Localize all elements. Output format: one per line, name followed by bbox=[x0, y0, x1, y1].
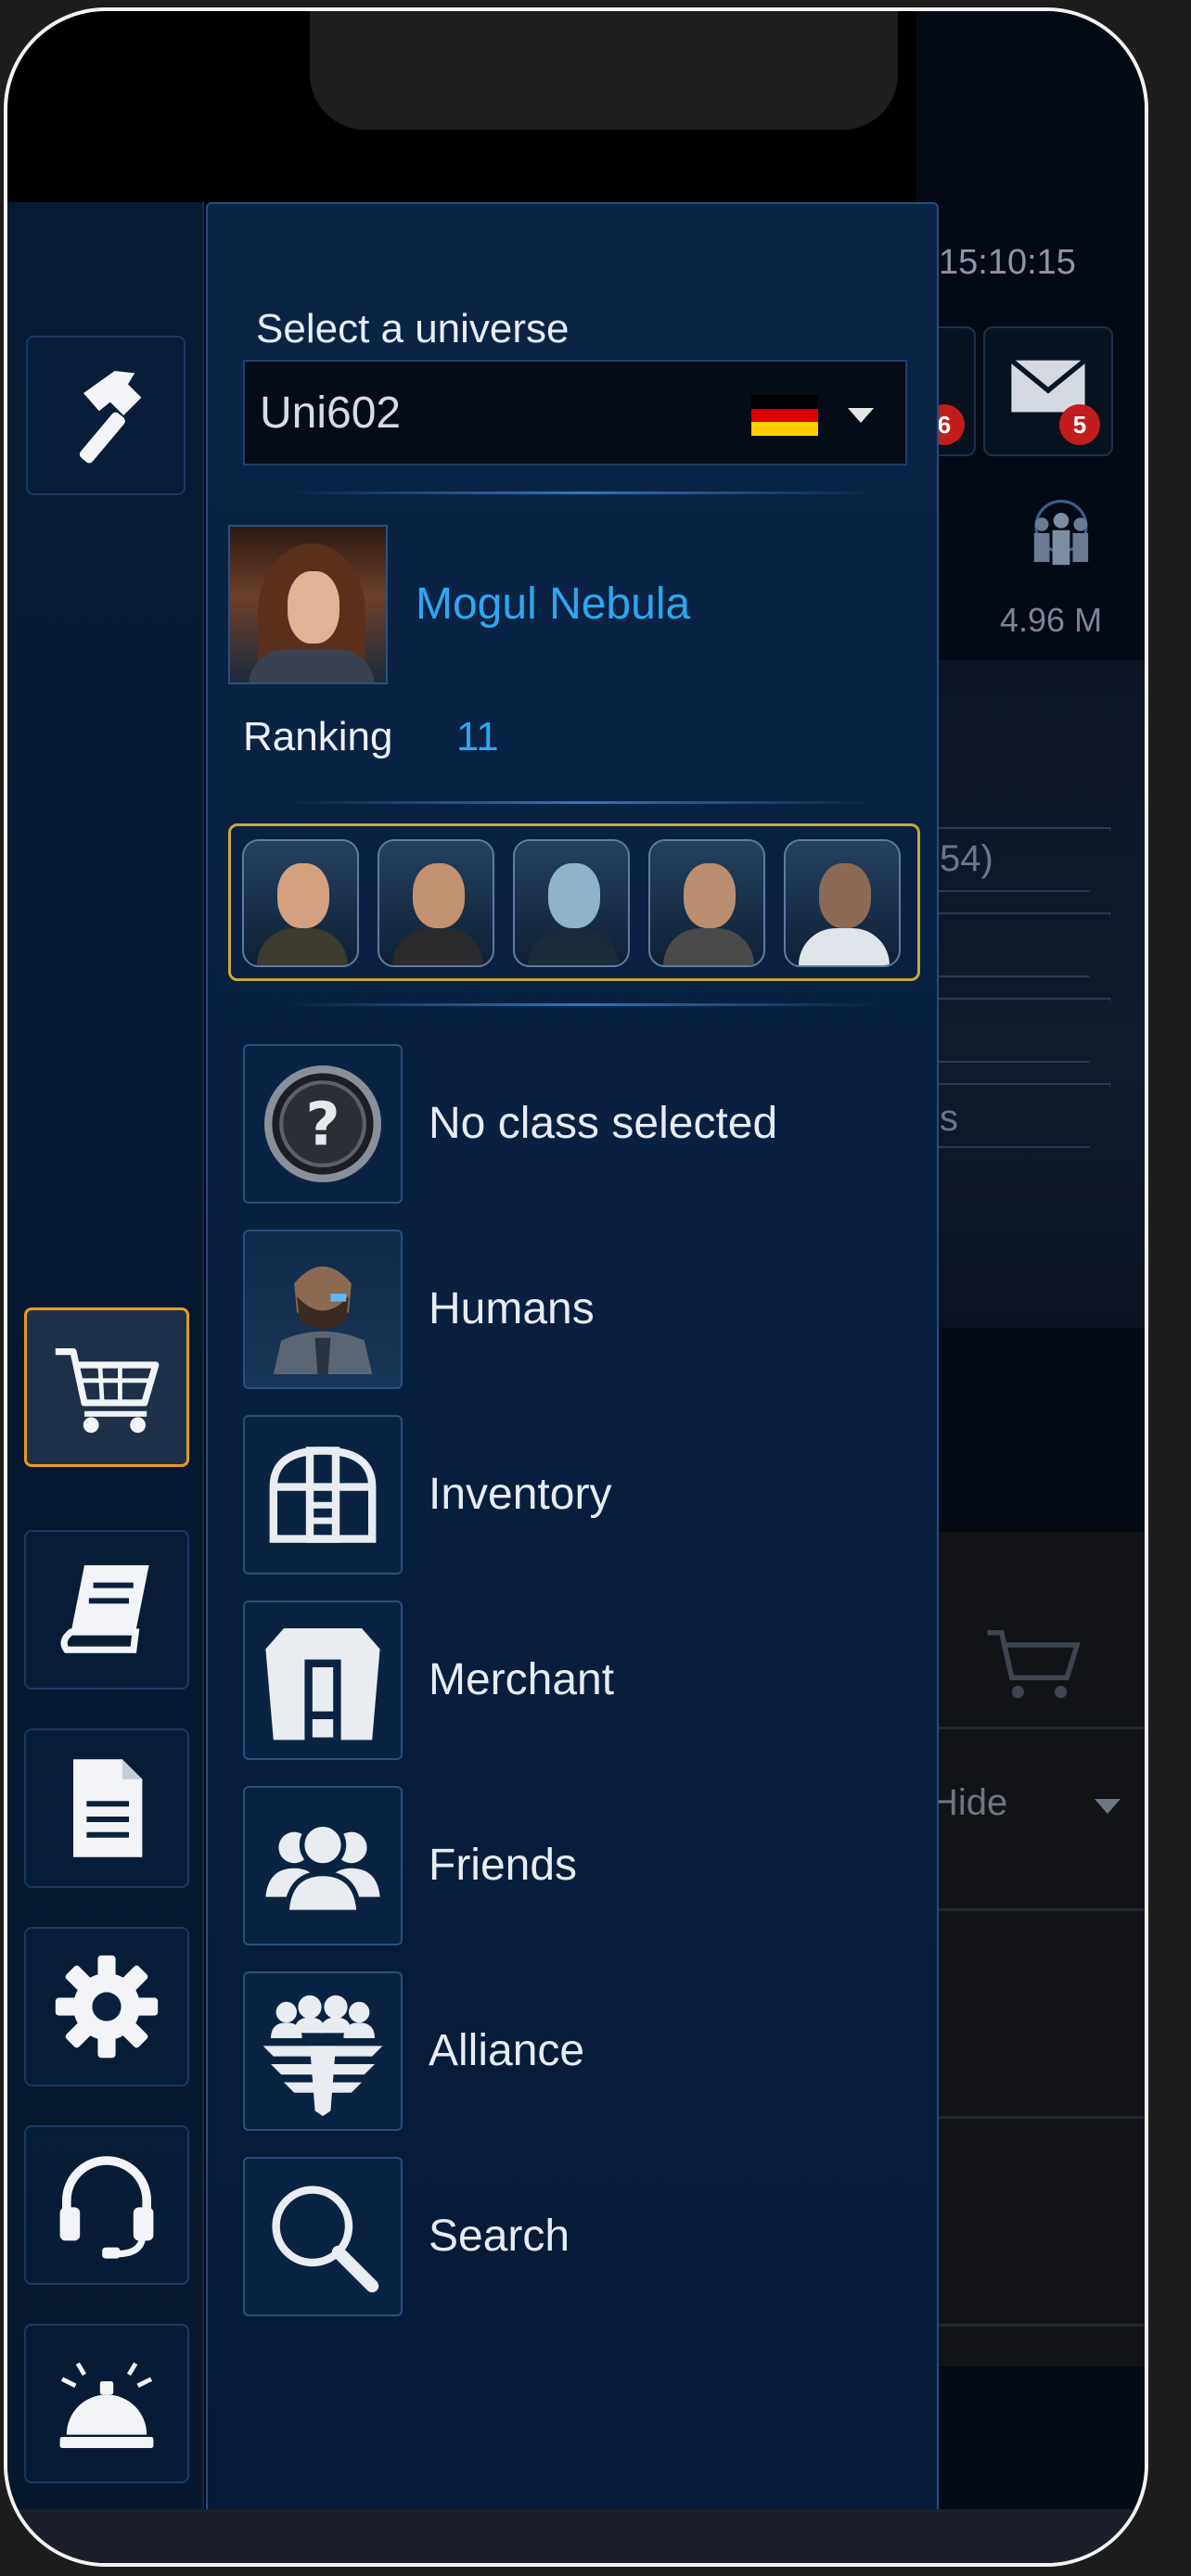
background-panel bbox=[916, 660, 1145, 1328]
universe-label: Select a universe bbox=[256, 306, 570, 351]
divider bbox=[916, 1908, 1145, 1911]
menu-item-label: Humans bbox=[429, 1284, 595, 1333]
menu-item-label: No class selected bbox=[429, 1099, 778, 1148]
officer-body bbox=[528, 928, 619, 965]
bottom-bar bbox=[7, 2509, 1145, 2563]
divider bbox=[916, 2116, 1145, 2119]
menu-item-search[interactable]: Search bbox=[243, 2157, 911, 2316]
officer-face bbox=[684, 863, 736, 928]
officer-body bbox=[799, 928, 890, 965]
bg-slot-text: s bbox=[940, 1098, 958, 1139]
treasure-chest-icon bbox=[243, 1415, 403, 1575]
divider bbox=[916, 1727, 1145, 1729]
hide-dropdown-label[interactable]: Hide bbox=[931, 1782, 1007, 1824]
menu-item-label: Inventory bbox=[429, 1470, 612, 1519]
cart-icon-background bbox=[987, 1630, 1081, 1699]
menu-item-alliance[interactable]: Alliance bbox=[243, 1971, 911, 2131]
officer-face bbox=[413, 863, 465, 928]
cart-icon bbox=[55, 1348, 160, 1434]
chevron-down-icon bbox=[848, 408, 874, 423]
ranking-label: Ranking bbox=[243, 714, 393, 759]
officer-engineer[interactable] bbox=[513, 839, 630, 967]
population-icon bbox=[1033, 500, 1089, 566]
menu-item-humans[interactable]: Humans bbox=[243, 1230, 911, 1389]
population-value: 4.96 M bbox=[1000, 601, 1103, 639]
phone-frame: 15:10:15 6 5 4.96 M 54) s Hide Select a … bbox=[4, 7, 1148, 2567]
menu-item-label: Search bbox=[429, 2212, 570, 2261]
bg-slot bbox=[926, 912, 1111, 977]
question-icon: ? bbox=[243, 1044, 403, 1204]
officer-admiral[interactable] bbox=[378, 839, 494, 967]
menu-item-label: Merchant bbox=[429, 1655, 615, 1704]
hammer-icon bbox=[79, 371, 142, 464]
settings-button[interactable] bbox=[24, 1927, 189, 2086]
officer-face bbox=[819, 863, 871, 928]
document-icon bbox=[73, 1759, 143, 1857]
chevron-down-icon bbox=[1095, 1799, 1121, 1814]
support-button[interactable] bbox=[24, 2125, 189, 2285]
bg-slot bbox=[926, 998, 1111, 1063]
officer-body bbox=[257, 928, 348, 965]
menu-item-inventory[interactable]: Inventory bbox=[243, 1415, 911, 1575]
book-icon bbox=[60, 1565, 149, 1653]
officer-face bbox=[277, 863, 329, 928]
magnifier-icon bbox=[243, 2157, 403, 2316]
encyclopedia-button[interactable] bbox=[24, 1530, 189, 1690]
universe-value: Uni602 bbox=[260, 389, 402, 438]
bg-slot-text: 54) bbox=[940, 838, 993, 879]
ranking-value[interactable]: 11 bbox=[456, 714, 499, 760]
officer-body bbox=[663, 928, 754, 965]
player-name[interactable]: Mogul Nebula bbox=[416, 579, 690, 630]
menu-item-merchant[interactable]: Merchant bbox=[243, 1600, 911, 1760]
officer-geologist[interactable] bbox=[648, 839, 765, 967]
build-button[interactable] bbox=[26, 336, 186, 495]
merchant-icon bbox=[243, 1600, 403, 1760]
gear-icon bbox=[55, 1955, 159, 2059]
alliance-icon bbox=[243, 1971, 403, 2131]
mail-badge: 5 bbox=[1059, 404, 1100, 445]
svg-text:?: ? bbox=[305, 1090, 339, 1159]
germany-flag-icon bbox=[751, 395, 818, 436]
divider bbox=[286, 801, 879, 804]
menu-item-class[interactable]: ? No class selected bbox=[243, 1044, 911, 1204]
avatar-body bbox=[249, 649, 375, 682]
officers-bar[interactable] bbox=[228, 823, 920, 981]
clock: 15:10:15 bbox=[939, 243, 1076, 282]
divider bbox=[286, 491, 879, 494]
officer-technocrat[interactable] bbox=[784, 839, 901, 967]
notes-button[interactable] bbox=[24, 1728, 189, 1888]
notch bbox=[310, 11, 898, 130]
officer-face bbox=[548, 863, 600, 928]
headset-icon bbox=[59, 2156, 154, 2259]
shop-button[interactable] bbox=[24, 1307, 189, 1467]
officer-commander[interactable] bbox=[242, 839, 359, 967]
service-bell-icon bbox=[59, 2362, 154, 2448]
menu-item-label: Friends bbox=[429, 1841, 578, 1890]
avatar-face bbox=[288, 571, 339, 644]
divider bbox=[286, 1003, 879, 1006]
menu-item-friends[interactable]: Friends bbox=[243, 1786, 911, 1945]
player-avatar[interactable] bbox=[228, 525, 388, 684]
service-button[interactable] bbox=[24, 2324, 189, 2483]
friends-icon bbox=[243, 1786, 403, 1945]
officer-body bbox=[392, 928, 483, 965]
divider bbox=[916, 2324, 1145, 2327]
universe-select[interactable]: Uni602 bbox=[243, 360, 907, 465]
human-portrait-icon bbox=[243, 1230, 403, 1389]
menu-item-label: Alliance bbox=[429, 2026, 585, 2075]
